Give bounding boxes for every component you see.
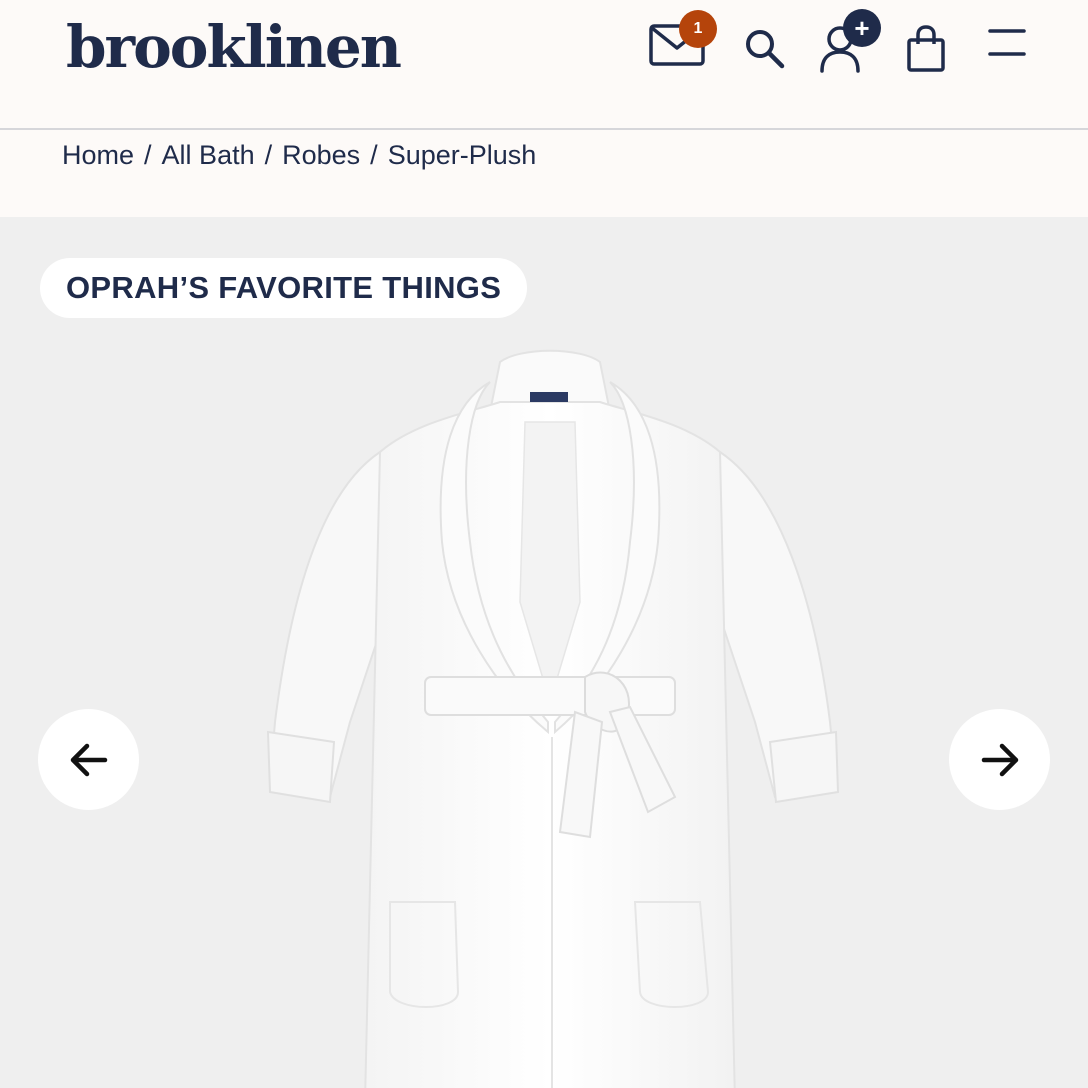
breadcrumb: Home / All Bath / Robes / Super-Plush (62, 140, 536, 171)
account-add-badge: + (843, 9, 881, 47)
mail-count-badge: 1 (679, 10, 717, 48)
breadcrumb-robes[interactable]: Robes (282, 140, 360, 170)
previous-image-button[interactable] (38, 709, 139, 810)
search-icon (746, 30, 785, 69)
menu-button[interactable] (988, 28, 1026, 60)
arrow-left-icon (70, 743, 107, 776)
cart-button[interactable] (904, 24, 948, 74)
site-header: brooklinen 1 + (0, 0, 1088, 130)
brooklinen-logo[interactable]: brooklinen (66, 10, 402, 84)
product-image-gallery: OPRAH’S FAVORITE THINGS (0, 217, 1088, 1088)
breadcrumb-bar: Home / All Bath / Robes / Super-Plush (0, 130, 1088, 217)
search-button[interactable] (744, 28, 786, 70)
breadcrumb-separator: / (264, 140, 273, 170)
breadcrumb-separator: / (370, 140, 378, 170)
next-image-button[interactable] (949, 709, 1050, 810)
breadcrumb-home[interactable]: Home (62, 140, 134, 170)
breadcrumb-separator: / (144, 140, 152, 170)
breadcrumb-current: Super-Plush (387, 140, 537, 170)
oprah-favorite-badge: OPRAH’S FAVORITE THINGS (40, 258, 528, 318)
hamburger-menu-icon (988, 29, 1026, 56)
breadcrumb-all-bath[interactable]: All Bath (162, 140, 255, 170)
shopping-bag-icon (907, 25, 945, 72)
arrow-right-icon (981, 743, 1018, 776)
product-image-robe (266, 349, 840, 1088)
